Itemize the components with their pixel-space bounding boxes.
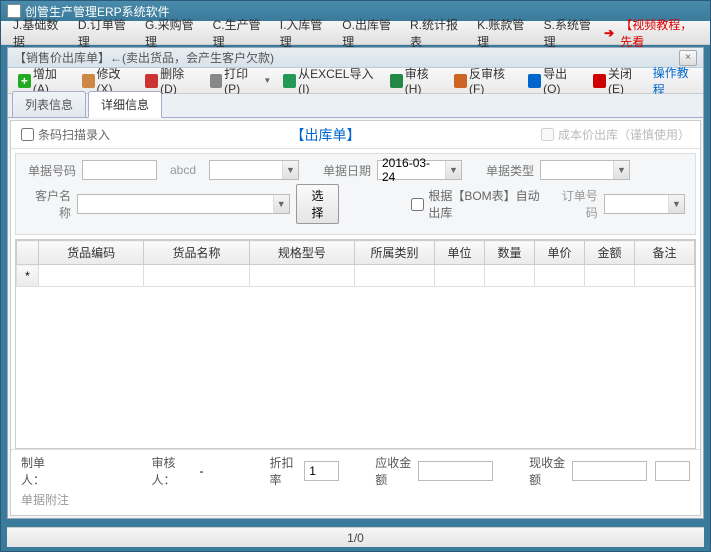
export-icon: [528, 74, 541, 88]
col-category[interactable]: 所属类别: [355, 241, 435, 265]
row-marker: *: [17, 265, 39, 287]
data-grid[interactable]: 货品编码 货品名称 规格型号 所属类别 单位 数量 单价 金额 备注: [15, 239, 696, 449]
uncheck-button[interactable]: 反审核(F): [450, 63, 520, 98]
date-label: 单据日期: [321, 162, 371, 179]
extra-input[interactable]: [655, 461, 690, 481]
barcode-checkbox[interactable]: [21, 128, 34, 141]
export-button[interactable]: 导出(O): [524, 63, 585, 98]
barcode-checkbox-label[interactable]: 条码扫描录入: [21, 126, 110, 143]
printer-icon: [210, 74, 223, 88]
delete-icon: [145, 74, 158, 88]
col-remark[interactable]: 备注: [635, 241, 695, 265]
arrow-right-icon: ➔: [602, 26, 616, 40]
plus-icon: +: [18, 74, 31, 88]
attachment-label: 单据附注: [21, 491, 69, 508]
col-amount[interactable]: 金额: [585, 241, 635, 265]
chevron-down-icon: ▼: [263, 76, 271, 85]
type-combo[interactable]: ▼: [540, 160, 630, 180]
creator-label: 制单人：: [21, 454, 60, 488]
order-no-combo[interactable]: ▼: [604, 194, 685, 214]
chevron-down-icon: ▼: [282, 161, 298, 179]
receivable-label: 应收金额: [375, 454, 414, 488]
received-input[interactable]: [572, 461, 647, 481]
receivable-input[interactable]: [418, 461, 493, 481]
close-icon: [593, 74, 606, 88]
discount-input[interactable]: [304, 461, 339, 481]
order-no-label: 订单号码: [555, 187, 598, 221]
form-area: 单据号码 abcd ▼ 单据日期 2016-03-24▼ 单据类型 ▼ 客户名称…: [15, 153, 696, 235]
footer-form: 制单人： 审核人：- 折扣率 应收金额 现收金额 单据附注: [11, 449, 700, 515]
uncheck-icon: [454, 74, 467, 88]
row-header-corner: [17, 241, 39, 265]
col-qty[interactable]: 数量: [485, 241, 535, 265]
bom-checkbox-label[interactable]: 根据【BOM表】自动出库: [411, 187, 548, 221]
header-row: 条码扫描录入 【出库单】 成本价出库（谨慎使用）: [11, 121, 700, 149]
chevron-down-icon: ▼: [445, 161, 461, 179]
cost-checkbox: [541, 128, 554, 141]
check-icon: [390, 74, 403, 88]
excel-import-button[interactable]: 从EXCEL导入(I): [279, 63, 382, 98]
cost-checkbox-label: 成本价出库（谨慎使用）: [541, 126, 690, 143]
tab-list-info[interactable]: 列表信息: [12, 91, 86, 117]
doc-no-input[interactable]: [82, 160, 157, 180]
customer-label: 客户名称: [26, 187, 71, 221]
doc-no-label: 单据号码: [26, 162, 76, 179]
bom-checkbox[interactable]: [411, 198, 424, 211]
col-product-name[interactable]: 货品名称: [144, 241, 249, 265]
status-bar: 1/0: [7, 527, 704, 547]
chevron-down-icon: ▼: [613, 161, 629, 179]
tab-detail-info[interactable]: 详细信息: [88, 91, 162, 118]
print-button[interactable]: 打印(P)▼: [206, 63, 276, 98]
col-spec[interactable]: 规格型号: [249, 241, 354, 265]
table-row[interactable]: *: [17, 265, 695, 287]
document-title: 【出库单】: [110, 125, 541, 145]
chevron-down-icon: ▼: [273, 195, 289, 213]
content-panel: 条码扫描录入 【出库单】 成本价出库（谨慎使用） 单据号码 abcd ▼ 单据日…: [10, 120, 701, 516]
auditor-label: 审核人：: [152, 454, 196, 488]
creator-value: [64, 461, 144, 481]
date-picker[interactable]: 2016-03-24▼: [377, 160, 462, 180]
col-product-code[interactable]: 货品编码: [39, 241, 144, 265]
combo1[interactable]: ▼: [209, 160, 299, 180]
close-button[interactable]: 关闭(E): [589, 63, 649, 98]
select-button[interactable]: 选择: [296, 184, 340, 224]
chevron-down-icon: ▼: [668, 195, 684, 213]
type-label: 单据类型: [484, 162, 534, 179]
auditor-value: -: [200, 464, 204, 478]
pencil-icon: [82, 74, 95, 88]
main-menubar: J.基础数据 D.订单管理 G.采购管理 C.生产管理 I.入库管理 O.出库管…: [1, 21, 710, 45]
tab-bar: 列表信息 详细信息: [8, 94, 703, 118]
excel-icon: [283, 74, 296, 88]
discount-label: 折扣率: [270, 454, 301, 488]
sub-window: 【销售价出库单】←(卖出货品，会产生客户欠款) × +增加(A) 修改(X) 删…: [7, 47, 704, 519]
col-price[interactable]: 单价: [535, 241, 585, 265]
col-unit[interactable]: 单位: [435, 241, 485, 265]
customer-combo[interactable]: ▼: [77, 194, 290, 214]
received-label: 现收金额: [529, 454, 568, 488]
tutorial-link[interactable]: 操作教程: [653, 64, 697, 98]
page-indicator: 1/0: [347, 531, 364, 545]
check-button[interactable]: 审核(H): [386, 63, 446, 98]
abcd-label: abcd: [163, 163, 203, 177]
